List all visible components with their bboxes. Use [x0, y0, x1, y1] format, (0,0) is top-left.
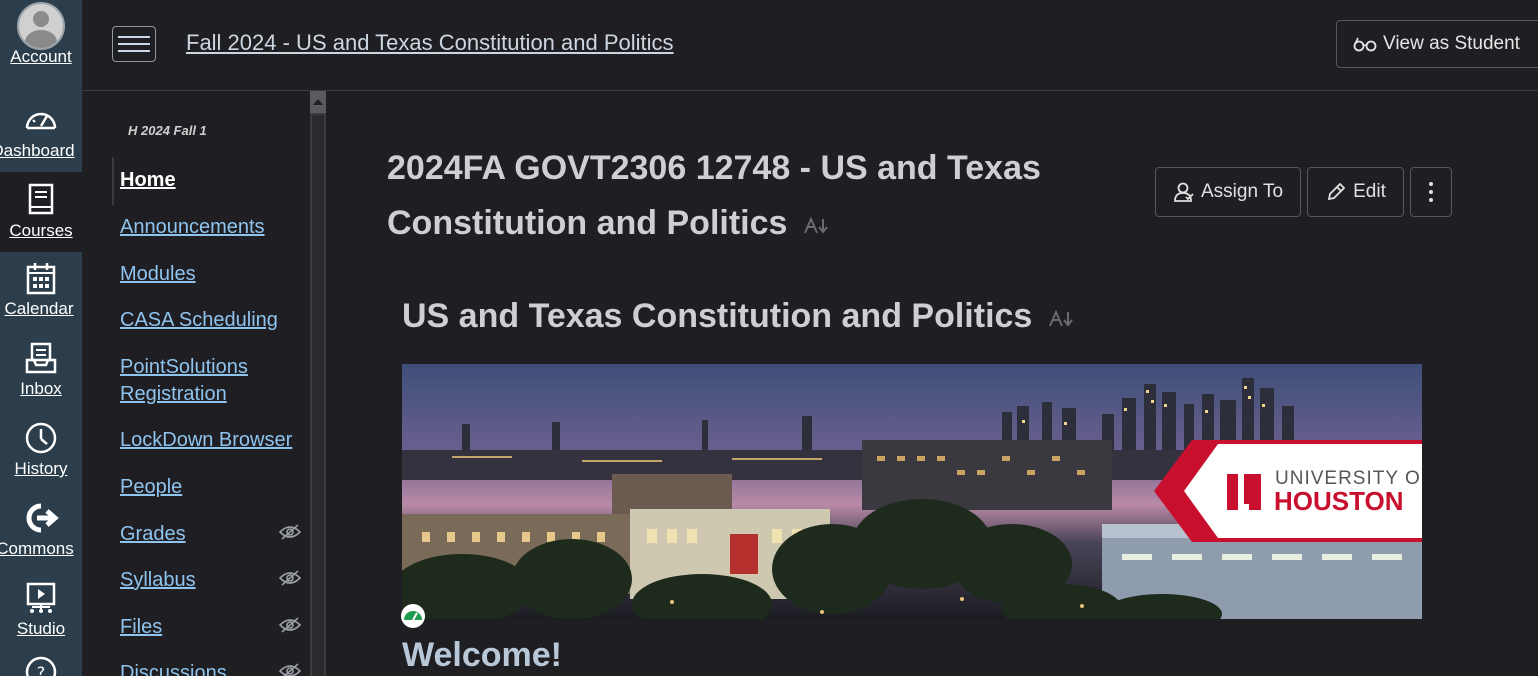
global-nav-label: Account	[10, 47, 72, 66]
course-nav-scrollbar[interactable]	[310, 91, 326, 676]
term-label: H 2024 Fall 1	[128, 123, 207, 138]
global-nav-account[interactable]: Account	[0, 0, 82, 80]
global-nav-help[interactable]: ?	[0, 650, 82, 676]
global-nav-label: Dashboard	[0, 141, 75, 160]
global-nav-label: Studio	[16, 619, 66, 638]
commons-icon	[26, 503, 59, 533]
hidden-eye-icon	[279, 663, 301, 676]
course-nav-people[interactable]: People	[120, 474, 310, 501]
global-nav-label: Commons	[0, 539, 74, 558]
active-indicator	[112, 157, 114, 205]
translate-icon	[1048, 309, 1073, 327]
studio-icon	[26, 582, 56, 613]
courses-icon	[28, 183, 54, 215]
course-banner-image: UNIVERSITY OF HOUSTON	[402, 364, 1422, 619]
accessibility-gauge-icon	[401, 604, 425, 628]
more-options-button[interactable]	[1410, 167, 1452, 217]
course-menu-toggle[interactable]	[112, 26, 156, 62]
global-nav-inbox[interactable]: Inbox	[0, 332, 82, 412]
page-heading-text: US and Texas Constitution and Politics	[402, 297, 1033, 335]
welcome-heading: Welcome!	[402, 636, 562, 674]
hidden-eye-icon	[279, 524, 301, 540]
global-nav-calendar[interactable]: Calendar	[0, 252, 82, 332]
glasses-icon	[1353, 37, 1377, 52]
course-nav: H 2024 Fall 1 Home Announcements Modules…	[82, 91, 310, 676]
hidden-eye-icon	[279, 617, 301, 633]
assign-user-icon	[1174, 182, 1194, 202]
global-nav: Account Dashboard Courses	[0, 0, 82, 676]
global-nav-label: Calendar	[4, 299, 74, 318]
course-header: Fall 2024 - US and Texas Constitution an…	[82, 0, 1538, 91]
page-title: 2024FA GOVT2306 12748 - US and Texas Con…	[387, 141, 1107, 251]
global-nav-courses[interactable]: Courses	[0, 172, 82, 252]
kebab-icon	[1429, 182, 1433, 202]
hidden-eye-icon	[279, 570, 301, 586]
breadcrumb[interactable]: Fall 2024 - US and Texas Constitution an…	[186, 30, 674, 56]
inbox-icon	[25, 342, 57, 374]
translate-icon	[803, 216, 828, 234]
avatar	[17, 2, 65, 50]
global-nav-label: History	[14, 459, 68, 478]
svg-text:?: ?	[37, 663, 46, 676]
houston-skyline-image	[402, 364, 1422, 619]
course-nav-home[interactable]: Home	[120, 167, 310, 194]
scroll-thumb[interactable]	[312, 115, 324, 676]
assign-to-button[interactable]: Assign To	[1155, 167, 1301, 217]
edit-label: Edit	[1353, 181, 1386, 202]
pencil-icon	[1327, 182, 1346, 201]
uh-logo-line2: HOUSTON	[1274, 486, 1404, 516]
history-icon	[25, 422, 57, 454]
global-nav-dashboard[interactable]: Dashboard	[0, 92, 82, 172]
page-heading: US and Texas Constitution and Politics	[402, 297, 1076, 336]
course-nav-announcements[interactable]: Announcements	[120, 214, 310, 241]
global-nav-studio[interactable]: Studio	[0, 572, 82, 652]
help-icon: ?	[25, 656, 57, 676]
main-content: 2024FA GOVT2306 12748 - US and Texas Con…	[326, 91, 1538, 676]
course-nav-lockdown-browser[interactable]: LockDown Browser	[120, 427, 310, 454]
global-nav-commons[interactable]: Commons	[0, 492, 82, 572]
dashboard-icon	[25, 112, 57, 130]
global-nav-label: Inbox	[20, 379, 62, 398]
edit-button[interactable]: Edit	[1307, 167, 1404, 217]
course-title-text: 2024FA GOVT2306 12748 - US and Texas Con…	[387, 149, 1041, 242]
scroll-up-button[interactable]	[310, 91, 326, 113]
course-nav-modules[interactable]: Modules	[120, 261, 310, 288]
calendar-icon	[26, 263, 56, 295]
assign-to-label: Assign To	[1200, 181, 1284, 202]
course-nav-pointsolutions[interactable]: PointSolutions Registration	[120, 354, 270, 408]
uh-logo-mark	[1227, 470, 1261, 510]
global-nav-label: Courses	[9, 221, 73, 240]
view-as-student-button[interactable]: View as Student	[1336, 20, 1538, 68]
course-nav-casa-scheduling[interactable]: CASA Scheduling	[120, 307, 310, 334]
view-as-student-label: View as Student	[1383, 33, 1520, 54]
global-nav-history[interactable]: History	[0, 412, 82, 492]
